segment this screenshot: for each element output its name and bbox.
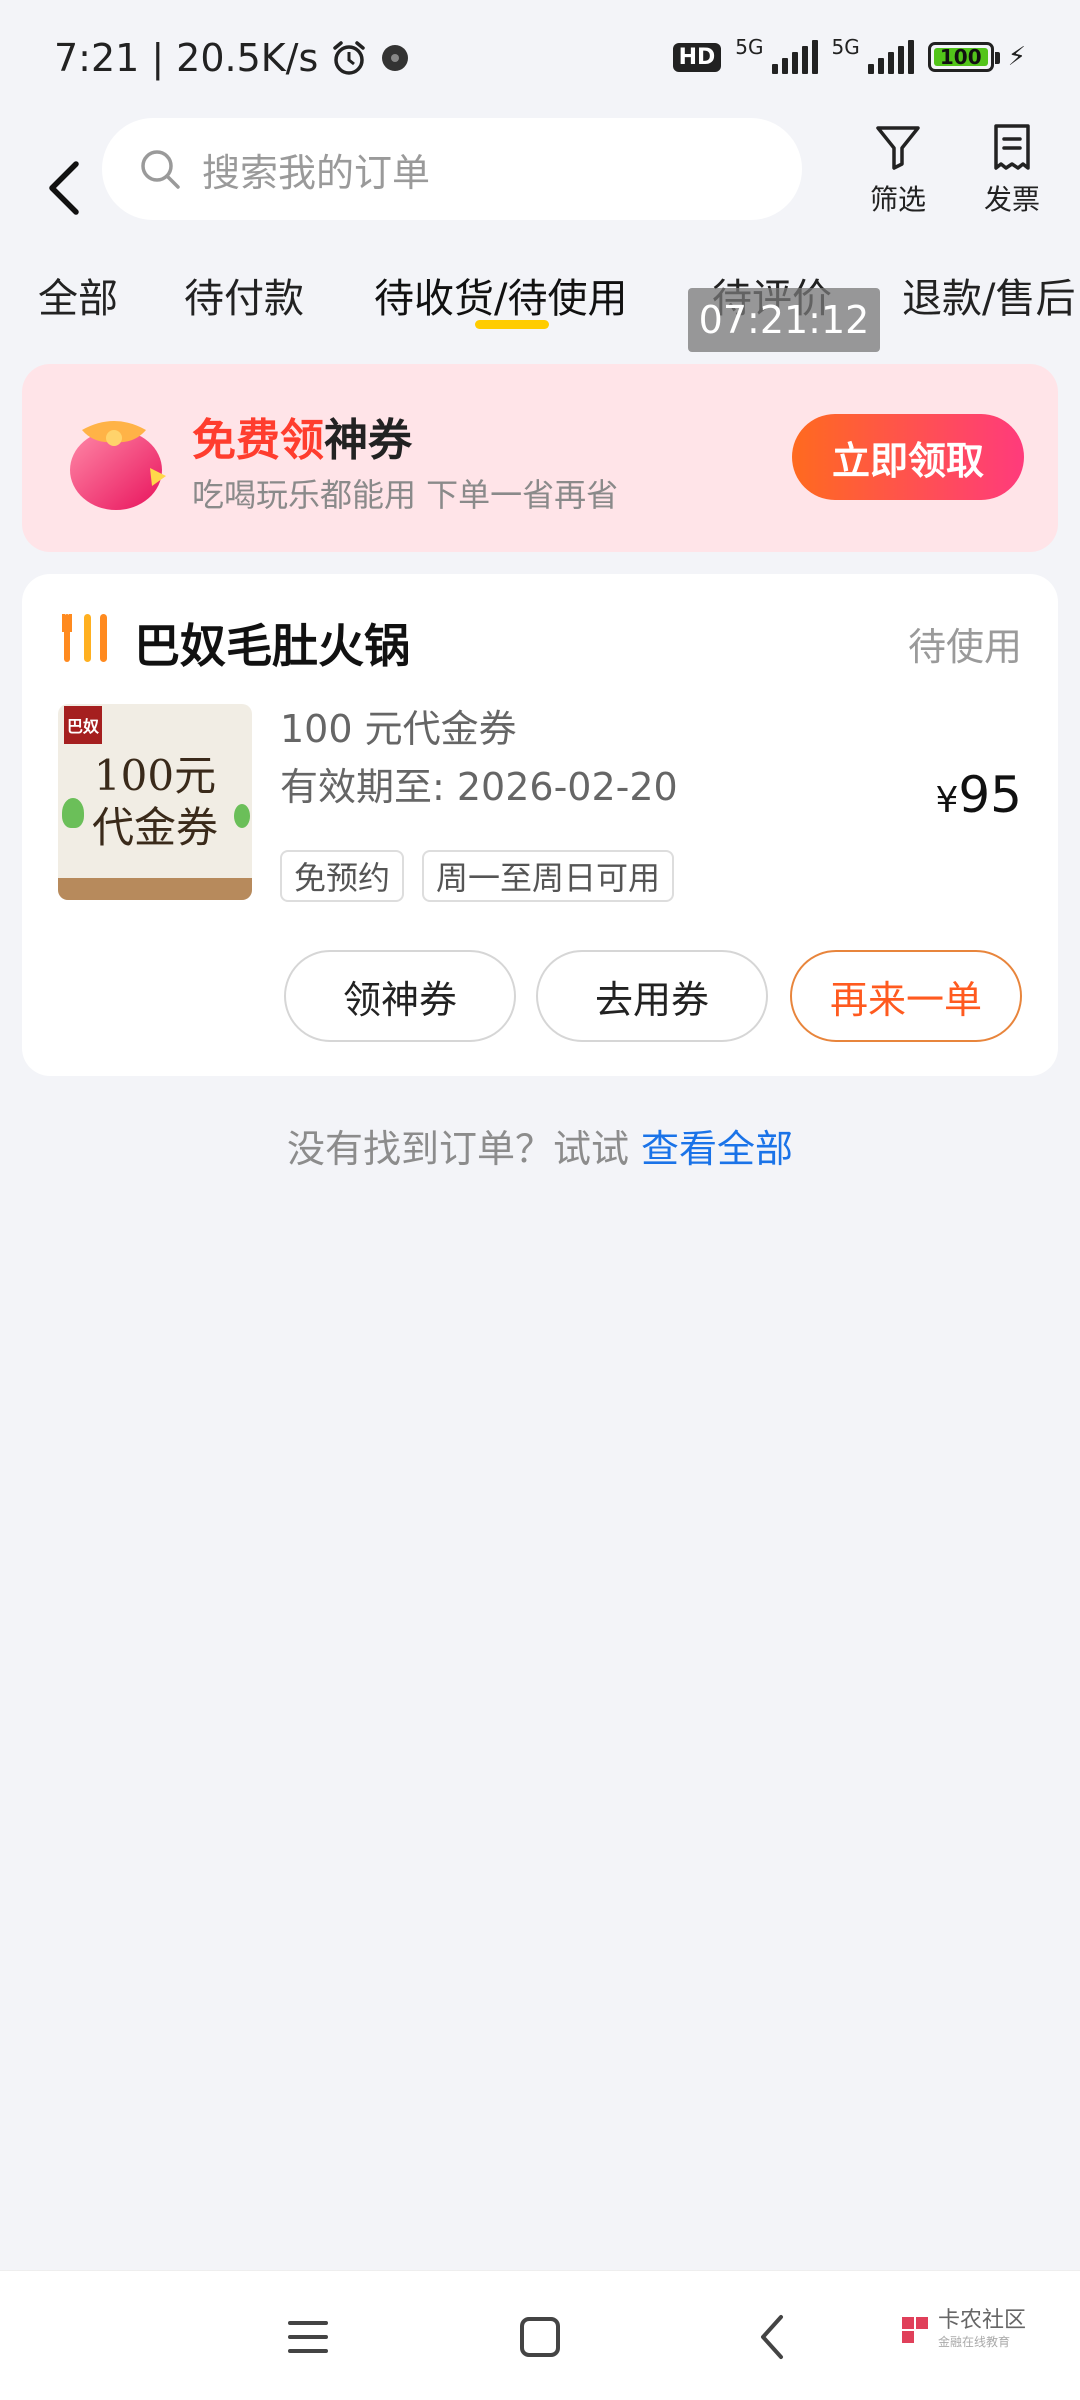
tab-pending-receipt-use[interactable]: 待收货/待使用	[374, 266, 627, 324]
watermark-sub: 金融在线教育	[938, 2335, 1011, 2349]
tab-pending-payment[interactable]: 待付款	[184, 266, 304, 324]
restaurant-icon	[62, 614, 107, 662]
status-separator: |	[151, 36, 165, 80]
status-time: 7:21	[54, 36, 140, 80]
status-right: HD 5G 5G 100 ⚡	[672, 35, 1026, 74]
thumbnail-line-1: 100元	[93, 751, 217, 800]
filter-button[interactable]: 筛选	[848, 122, 948, 218]
orders-page: 7:21 | 20.5K/s HD 5G 5G 100 ⚡ 搜索我的订单 筛选 …	[0, 0, 1080, 2400]
charging-icon: ⚡	[1007, 42, 1026, 72]
promo-subtitle: 吃喝玩乐都能用 下单一省再省	[192, 476, 619, 514]
filter-icon	[876, 126, 920, 170]
signal-icon-2	[867, 40, 914, 74]
coupon-promo-banner[interactable]: 免费领神券 吃喝玩乐都能用 下单一省再省 立即领取	[22, 364, 1058, 552]
alarm-icon	[333, 41, 366, 75]
claim-now-button[interactable]: 立即领取	[792, 414, 1024, 500]
watermark-logo-icon	[902, 2316, 928, 2343]
paper-edge-decoration	[58, 878, 252, 900]
watermark-name: 卡农社区	[938, 2308, 1027, 2333]
menu-icon	[288, 2321, 328, 2353]
status-left: 7:21 | 20.5K/s	[54, 36, 410, 80]
reorder-button[interactable]: 再来一单	[790, 950, 1022, 1042]
order-status: 待使用	[907, 625, 1022, 669]
watermark-text: 卡农社区 金融在线教育	[938, 2309, 1026, 2350]
invoice-button[interactable]: 发票	[962, 122, 1062, 218]
currency-symbol: ¥	[935, 780, 959, 821]
invoice-label: 发票	[983, 183, 1040, 216]
tab-all[interactable]: 全部	[38, 266, 118, 324]
brand-logo: 巴奴	[64, 706, 102, 744]
promo-title: 免费领神券	[192, 404, 412, 468]
tag-no-reservation: 免预约	[280, 850, 405, 902]
system-back-button[interactable]	[742, 2307, 802, 2367]
hd-badge: HD	[672, 42, 722, 72]
order-card[interactable]: 巴奴毛肚火锅 待使用 巴奴 100元 代金券 100 元代金券 有效期至: 20…	[22, 574, 1058, 1076]
tab-refund-aftersale[interactable]: 退款/售后	[902, 266, 1075, 324]
not-found-hint: 没有找到订单？试试 查看全部	[0, 1118, 1080, 1173]
battery-icon: 100	[927, 42, 1000, 72]
recent-apps-button[interactable]	[278, 2307, 338, 2367]
network-type-2: 5G	[831, 35, 860, 59]
battery-level: 100	[939, 45, 982, 69]
back-button[interactable]	[36, 140, 92, 236]
price-value: 95	[958, 766, 1022, 824]
search-icon	[141, 150, 180, 189]
system-nav-bar: 卡农社区 金融在线教育	[0, 2270, 1080, 2400]
chevron-left-icon	[761, 2315, 783, 2359]
status-speed: 20.5K/s	[176, 36, 319, 80]
search-input[interactable]: 搜索我的订单	[102, 118, 802, 220]
time-overlay: 07:21:12	[688, 288, 880, 352]
validity-date: 有效期至: 2026-02-20	[280, 765, 678, 809]
get-coupon-button[interactable]: 领神券	[284, 950, 516, 1042]
invoice-icon	[994, 124, 1030, 170]
search-placeholder: 搜索我的订单	[202, 150, 431, 195]
hint-text: 没有找到订单？试试	[286, 1127, 629, 1171]
filter-label: 筛选	[869, 183, 926, 216]
home-button[interactable]	[510, 2307, 570, 2367]
tag-available-weekdays: 周一至周日可用	[422, 850, 675, 902]
product-name: 100 元代金券	[280, 707, 517, 751]
thumbnail-text: 100元 代金券	[58, 750, 252, 854]
order-actions: 领神券 去用券 再来一单	[22, 950, 1058, 1046]
active-tab-indicator	[475, 320, 549, 329]
order-price: ¥95	[935, 766, 1022, 824]
use-coupon-button[interactable]: 去用券	[536, 950, 768, 1042]
header: 搜索我的订单 筛选 发票	[0, 118, 1080, 258]
coupon-bag-icon	[70, 421, 166, 510]
app-notification-icon	[382, 45, 409, 71]
view-all-link[interactable]: 查看全部	[641, 1127, 793, 1171]
promo-title-highlight: 免费领	[192, 415, 324, 466]
status-bar: 7:21 | 20.5K/s HD 5G 5G 100 ⚡	[0, 0, 1080, 120]
store-name[interactable]: 巴奴毛肚火锅	[134, 610, 410, 676]
network-type-1: 5G	[735, 35, 764, 59]
chevron-left-icon	[49, 161, 79, 215]
product-thumbnail[interactable]: 巴奴 100元 代金券	[58, 704, 252, 900]
square-icon	[520, 2317, 560, 2357]
watermark: 卡农社区 金融在线教育	[898, 2309, 1026, 2350]
signal-icon-1	[771, 40, 818, 74]
thumbnail-line-2: 代金券	[91, 803, 218, 852]
promo-title-rest: 神券	[324, 415, 412, 466]
order-tabs: 全部 待付款 待收货/待使用 待评价 退款/售后	[0, 258, 1080, 348]
